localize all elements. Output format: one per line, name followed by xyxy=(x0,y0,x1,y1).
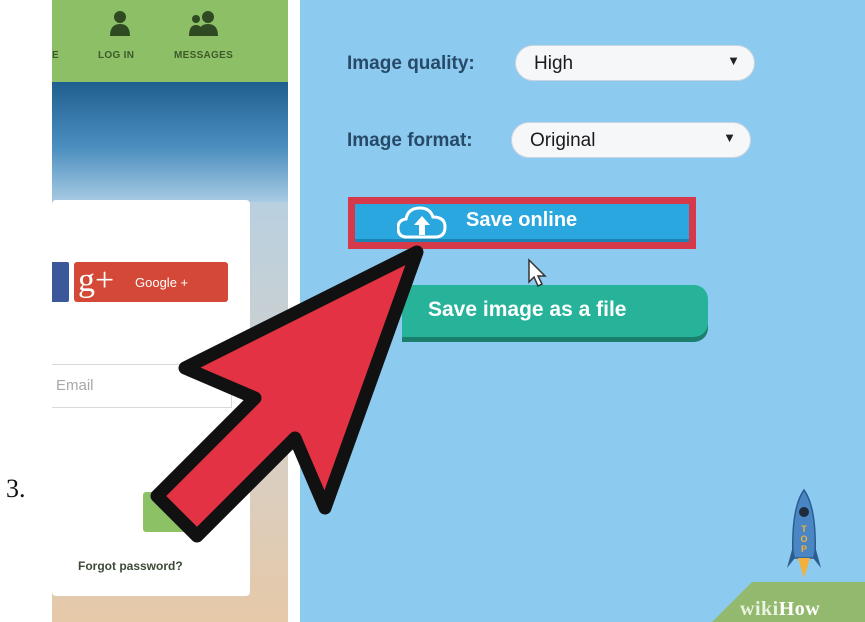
image-quality-label: Image quality: xyxy=(347,53,475,74)
image-format-select[interactable]: Original ▼ xyxy=(511,122,751,158)
svg-text:T: T xyxy=(801,524,807,534)
mouse-cursor-icon xyxy=(528,258,547,288)
step-number: 3. xyxy=(6,474,26,503)
site-hero-banner xyxy=(52,82,288,202)
svg-text:P: P xyxy=(801,544,807,554)
back-to-top-rocket-icon[interactable]: T O P xyxy=(787,488,821,580)
image-format-label: Image format: xyxy=(347,130,473,151)
save-online-label: Save online xyxy=(466,209,578,231)
users-icon xyxy=(189,11,218,36)
chevron-down-icon: ▼ xyxy=(723,130,736,145)
wikihow-logo: wikiHow xyxy=(740,598,821,620)
nav-item-partial[interactable]: E xyxy=(52,50,59,61)
nav-item-messages[interactable]: MESSAGES xyxy=(174,50,233,61)
image-format-value: Original xyxy=(530,130,596,151)
save-online-fill: Save online xyxy=(355,204,689,242)
cloud-upload-icon xyxy=(397,206,447,239)
site-top-nav: E LOG IN MESSAGES xyxy=(52,0,288,82)
forgot-password-link[interactable]: Forgot password? xyxy=(78,559,183,573)
image-quality-value: High xyxy=(534,53,574,74)
facebook-button[interactable] xyxy=(52,262,69,302)
chevron-down-icon: ▼ xyxy=(727,53,740,68)
save-file-label: Save image as a file xyxy=(428,298,627,321)
user-icon xyxy=(110,11,130,36)
pointer-arrow-icon xyxy=(150,245,424,543)
image-quality-select[interactable]: High ▼ xyxy=(515,45,755,81)
save-image-file-button[interactable]: Save image as a file xyxy=(402,285,708,337)
svg-text:O: O xyxy=(800,534,807,544)
google-plus-icon: g+ xyxy=(78,262,115,299)
nav-item-log-in[interactable]: LOG IN xyxy=(98,50,134,61)
